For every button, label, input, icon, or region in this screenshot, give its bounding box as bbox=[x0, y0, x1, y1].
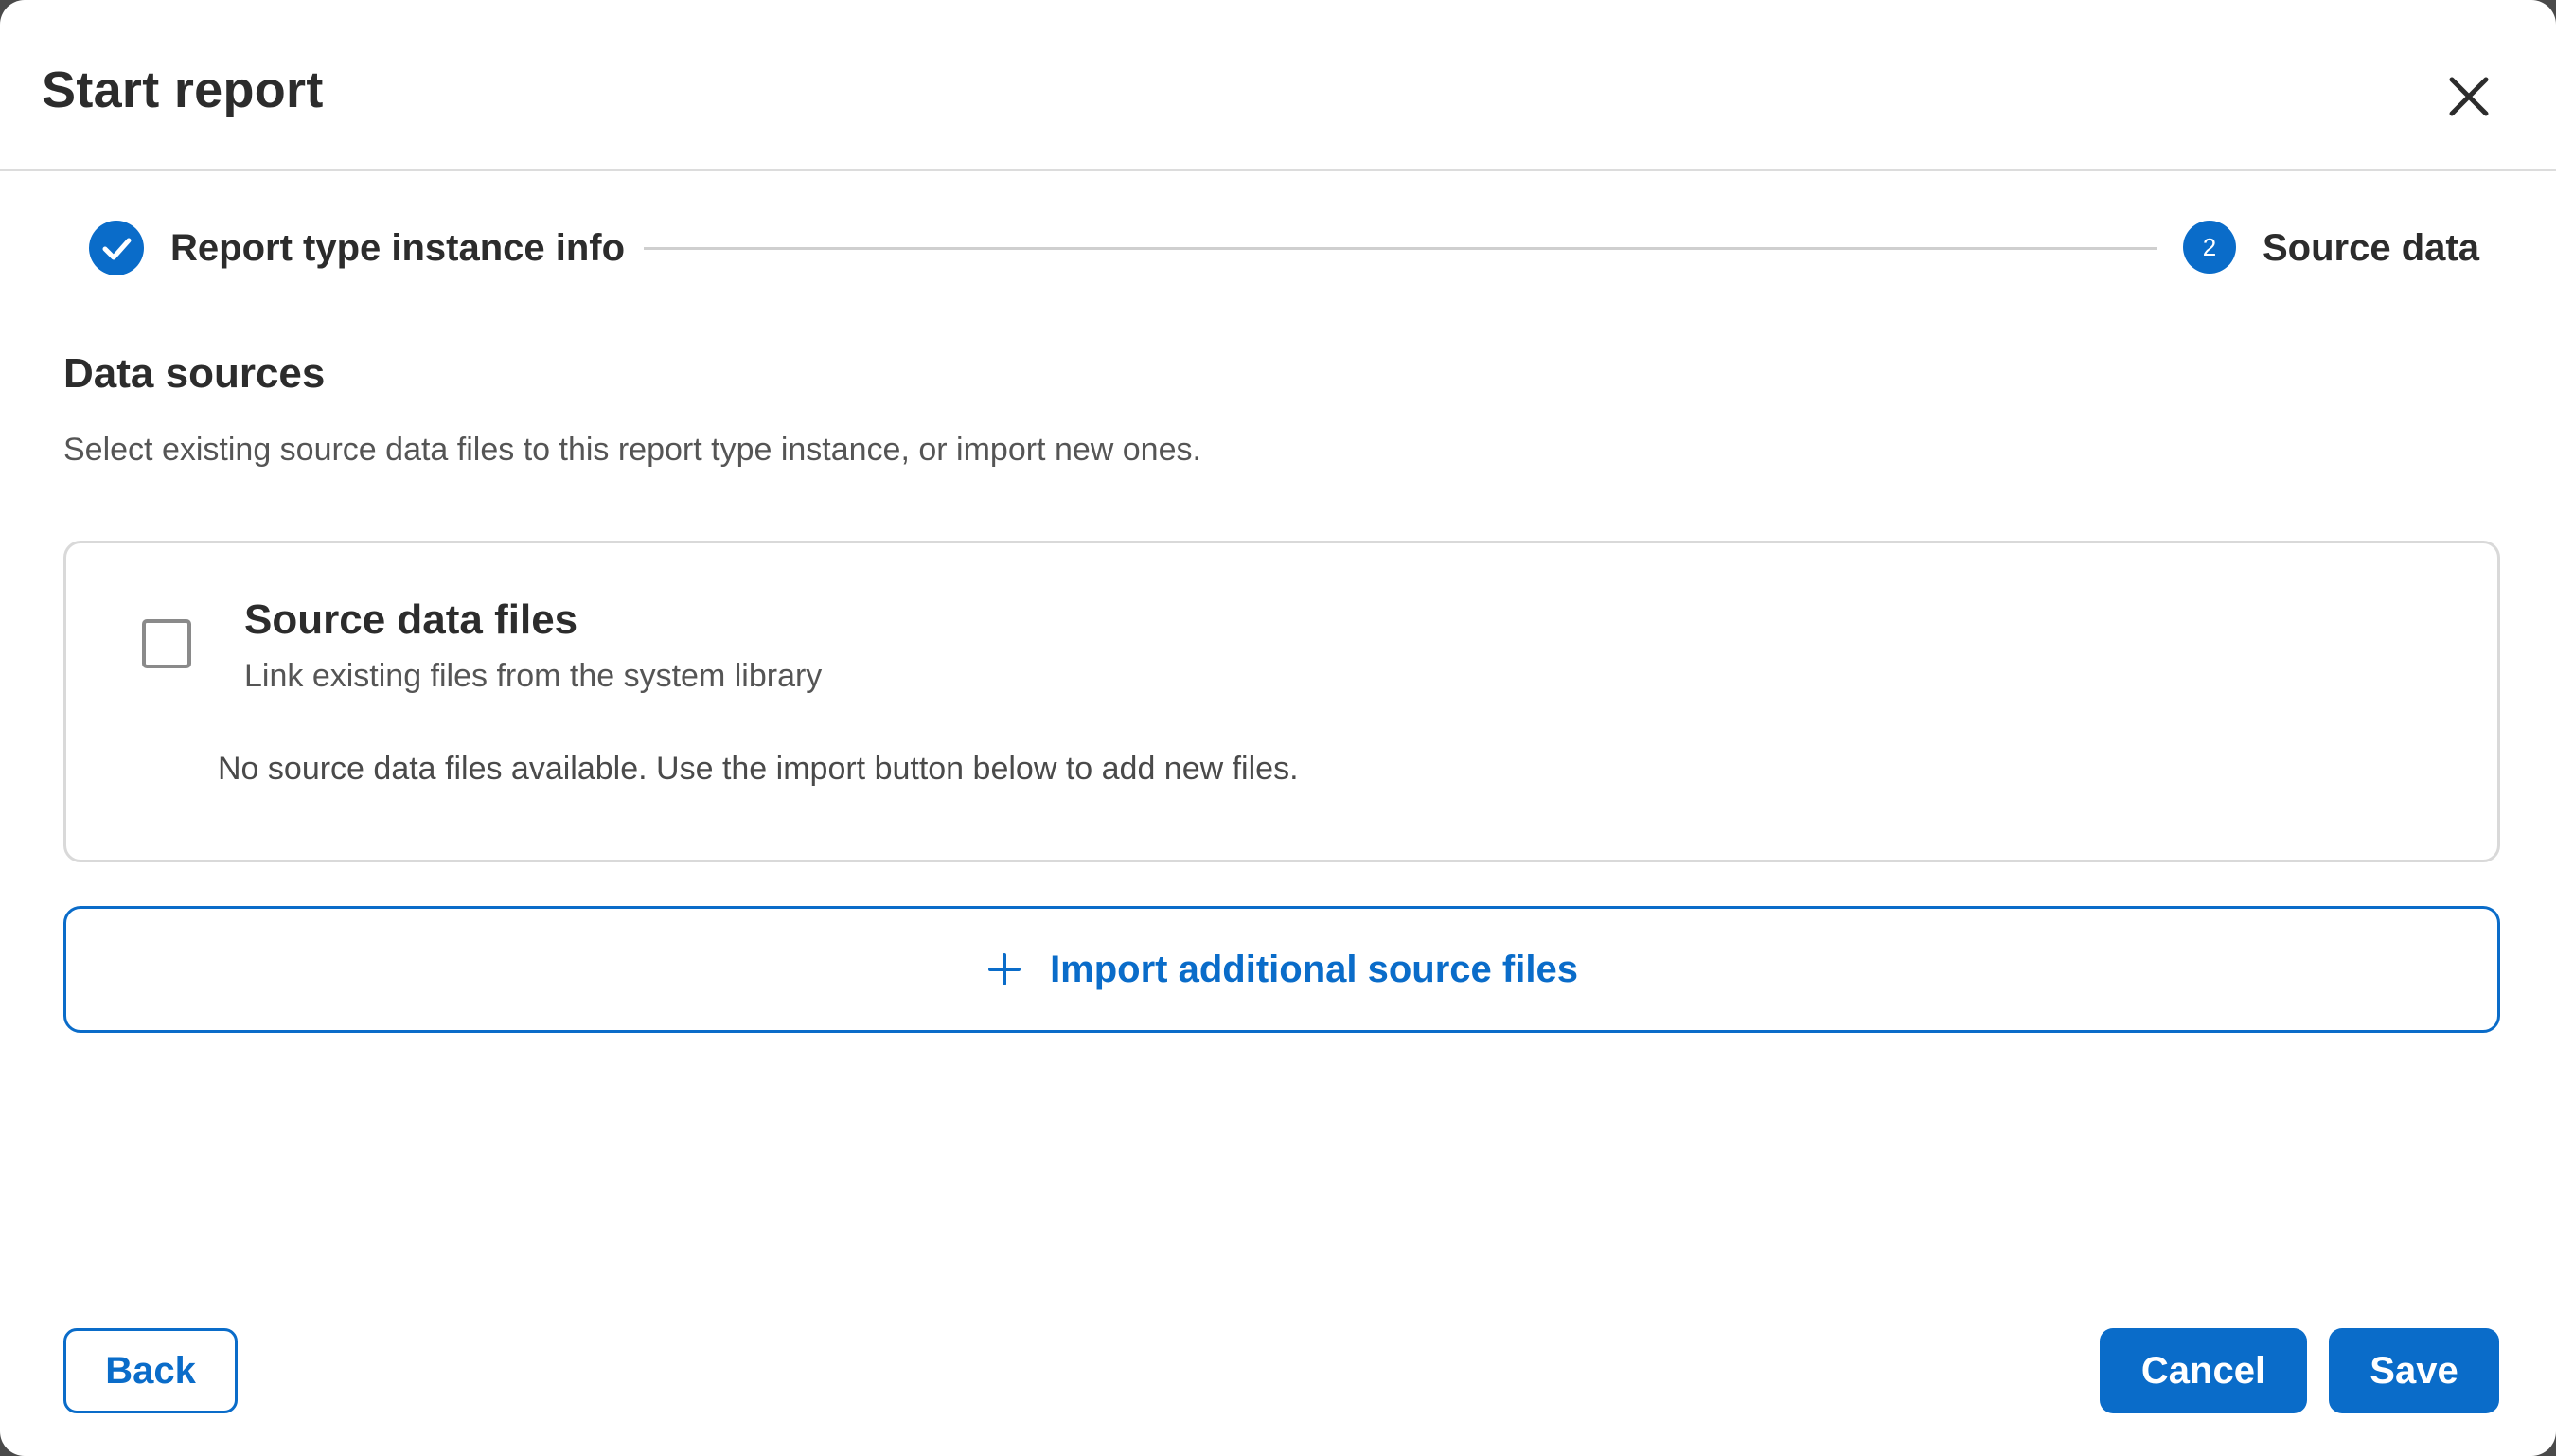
source-data-files-card: Source data files Link existing files fr… bbox=[63, 541, 2500, 862]
step-number-indicator: 2 bbox=[2183, 221, 2236, 274]
card-subtitle: Link existing files from the system libr… bbox=[244, 658, 823, 694]
dialog-header: Start report bbox=[0, 0, 2556, 171]
source-data-files-checkbox[interactable] bbox=[142, 619, 191, 668]
card-title: Source data files bbox=[244, 596, 578, 643]
close-icon bbox=[2449, 77, 2489, 116]
dialog-title: Start report bbox=[42, 62, 324, 118]
check-icon bbox=[102, 238, 132, 260]
step-connector bbox=[644, 247, 2157, 250]
section-description: Select existing source data files to thi… bbox=[63, 432, 1201, 468]
step-completed-indicator bbox=[89, 221, 144, 275]
start-report-dialog: Start report Report type instance info 2… bbox=[0, 0, 2556, 1456]
step-report-type-instance-info[interactable]: Report type instance info bbox=[170, 227, 625, 270]
import-button-label: Import additional source files bbox=[1050, 948, 1578, 990]
close-button[interactable] bbox=[2439, 66, 2499, 127]
section-title: Data sources bbox=[63, 350, 326, 397]
stepper: Report type instance info 2 Source data bbox=[0, 216, 2556, 282]
save-button[interactable]: Save bbox=[2329, 1328, 2499, 1413]
plus-icon bbox=[985, 950, 1023, 988]
import-source-files-button[interactable]: Import additional source files bbox=[63, 906, 2500, 1033]
empty-state-message: No source data files available. Use the … bbox=[218, 751, 1299, 787]
back-button[interactable]: Back bbox=[63, 1328, 238, 1413]
cancel-button[interactable]: Cancel bbox=[2100, 1328, 2307, 1413]
step-source-data: Source data bbox=[2263, 227, 2479, 269]
